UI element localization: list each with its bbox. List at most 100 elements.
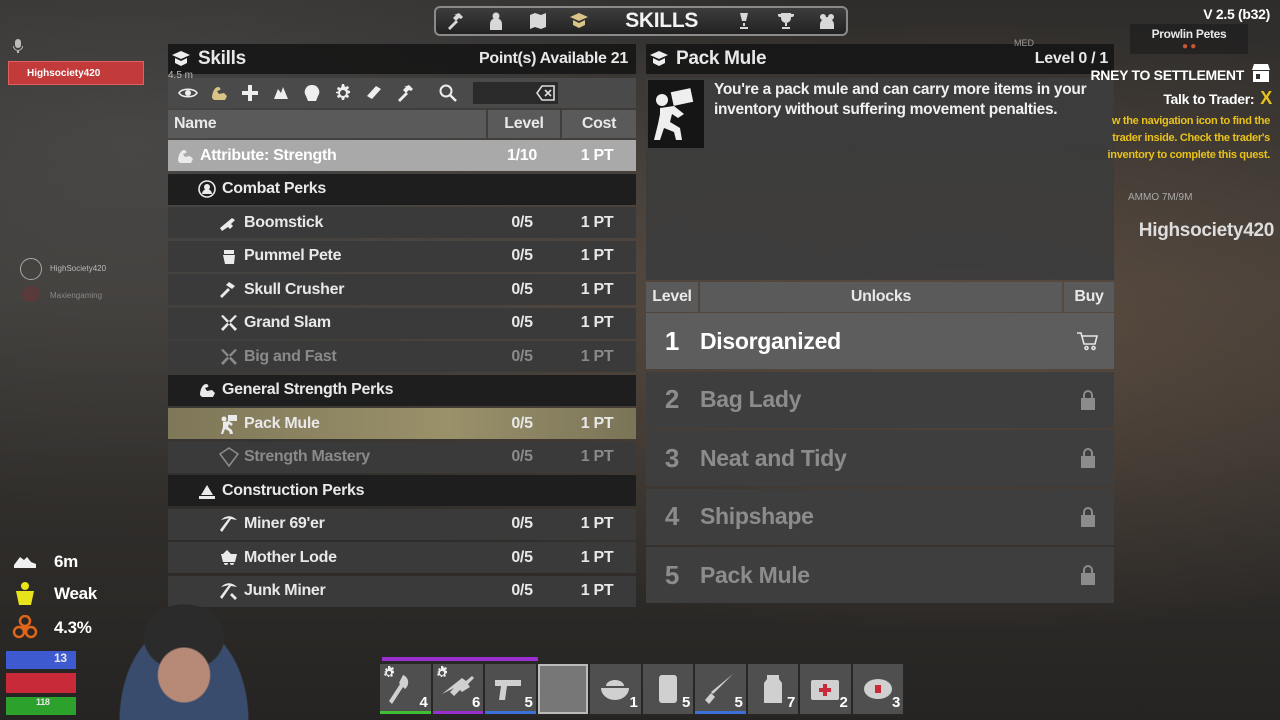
lock-icon: [1081, 506, 1095, 527]
hotbar-slot[interactable]: 5: [695, 664, 746, 714]
item-count: 3: [891, 694, 900, 711]
hotbar-slot[interactable]: 6: [432, 664, 483, 714]
perk-row[interactable]: Strength Mastery 0/5 1 PT: [168, 441, 636, 473]
perk-name: Big and Fast: [244, 347, 337, 365]
crafting-icon[interactable]: [389, 79, 420, 107]
perk-cost: 1 PT: [580, 582, 614, 599]
perk-row[interactable]: Grand Slam 0/5 1 PT: [168, 307, 636, 339]
perk-row[interactable]: Pummel Pete 0/5 1 PT: [168, 240, 636, 272]
perk-row[interactable]: Pack Mule 0/5 1 PT: [168, 408, 636, 439]
lock-icon: [1081, 448, 1095, 468]
skills-filter-toolbar: [168, 78, 636, 108]
trophy-icon[interactable]: [775, 10, 797, 32]
knuckles-icon: [218, 245, 240, 267]
encumbrance-value: Weak: [54, 584, 97, 603]
perk-cost: 1 PT: [580, 515, 614, 532]
column-cost[interactable]: Cost: [562, 110, 636, 138]
perk-cost: 1 PT: [580, 146, 614, 164]
infection-value: 4.3%: [54, 618, 92, 637]
knife-icon: [703, 672, 737, 706]
party-member-name: HighSociety420: [50, 264, 107, 273]
perk-name: Combat Perks: [222, 180, 326, 197]
trader-name: Prowlin Petes: [1151, 27, 1227, 41]
perk-cost: 1 PT: [580, 280, 614, 298]
unlock-row[interactable]: 1 Disorganized: [646, 313, 1114, 369]
game-version: V 2.5 (b32): [1203, 6, 1270, 22]
rifle-icon: [441, 672, 475, 706]
fortitude-icon[interactable]: [265, 79, 296, 107]
challenges-icon[interactable]: [733, 10, 755, 32]
perk-row[interactable]: Miner 69'er 0/5 1 PT: [168, 508, 636, 540]
locked-indicator: [1076, 505, 1100, 529]
hammer-icon[interactable]: [444, 10, 466, 32]
perk-group-row[interactable]: Combat Perks: [168, 173, 636, 205]
waypoint-distance: 4.5 m: [168, 70, 194, 81]
intellect-gear-icon[interactable]: [327, 79, 358, 107]
strength-arm-icon: [196, 379, 218, 401]
quest-tracker-title: RNEY TO SETTLEMENT: [1090, 62, 1272, 87]
search-icon[interactable]: [432, 79, 463, 107]
map-icon[interactable]: [527, 10, 549, 32]
perk-row[interactable]: Mother Lode 0/5 1 PT: [168, 542, 636, 573]
column-level[interactable]: Level: [488, 110, 560, 138]
unlock-name: Neat and Tidy: [700, 444, 847, 471]
hotbar-slot[interactable]: 3: [852, 664, 903, 714]
can-icon: [651, 672, 685, 706]
unlock-row[interactable]: 4 Shipshape: [646, 488, 1114, 545]
unlocks-list: 1 Disorganized 2 Bag Lady 3 Neat and Tidy 4 Shi…: [646, 313, 1114, 606]
attribute-row[interactable]: Attribute: Strength 1/10 1 PT: [168, 140, 636, 171]
buy-button[interactable]: [1076, 329, 1100, 353]
perk-group-row[interactable]: General Strength Perks: [168, 374, 636, 406]
unlock-name: Disorganized: [700, 327, 841, 354]
item-count: 4: [419, 694, 428, 711]
streamer-webcam: [84, 570, 284, 720]
perk-level: 0/5: [511, 448, 533, 465]
perk-row[interactable]: Boomstick 0/5 1 PT: [168, 207, 636, 238]
skills-icon: [170, 48, 192, 70]
agility-icon[interactable]: [296, 79, 327, 107]
speed-value: 6m: [54, 552, 78, 571]
unlock-level: 3: [664, 442, 680, 473]
character-icon[interactable]: [485, 10, 507, 32]
lock-icon: [1081, 565, 1095, 585]
skills-column-headers: Name Level Cost: [168, 110, 636, 138]
construction-icon: [196, 480, 218, 502]
book-icon[interactable]: [358, 79, 389, 107]
unlock-row[interactable]: 3 Neat and Tidy: [646, 430, 1114, 486]
column-name[interactable]: Name: [168, 110, 486, 138]
hotbar-slot[interactable]: 5: [642, 664, 693, 714]
perk-name: General Strength Perks: [222, 381, 394, 398]
perk-row[interactable]: Skull Crusher 0/5 1 PT: [168, 274, 636, 305]
strength-icon[interactable]: [203, 79, 234, 107]
eye-icon[interactable]: [172, 79, 203, 107]
perk-cost: 1 PT: [580, 213, 614, 231]
hotbar-slot[interactable]: 1: [590, 664, 641, 714]
world-sign-text: MED: [1014, 38, 1034, 48]
perk-level: 0/5: [511, 247, 533, 264]
food-bowl-icon: [598, 672, 632, 706]
perk-level: 0/5: [511, 582, 533, 599]
perk-row[interactable]: Big and Fast 0/5 1 PT: [168, 341, 636, 372]
perk-name: Attribute: Strength: [200, 146, 337, 164]
perk-level: 0/5: [511, 213, 533, 231]
perception-plus-icon[interactable]: [234, 79, 265, 107]
hotbar-slot[interactable]: 4: [380, 664, 431, 714]
clear-search-icon[interactable]: [536, 84, 556, 102]
unlock-row[interactable]: 5 Pack Mule: [646, 547, 1114, 603]
hotbar-slot[interactable]: 5: [485, 664, 536, 714]
skills-icon[interactable]: [568, 10, 590, 32]
perk-group-row[interactable]: Construction Perks: [168, 475, 636, 506]
party-avatar-icon: [22, 286, 40, 302]
perk-level: 0/5: [511, 414, 533, 432]
search-field: [473, 82, 558, 104]
hotbar-slot[interactable]: 7: [747, 664, 798, 714]
locked-indicator: [1076, 388, 1100, 412]
unlock-name: Shipshape: [700, 503, 814, 529]
bandage-icon: [861, 672, 895, 706]
hotbar-slot[interactable]: [537, 664, 588, 714]
unlock-row[interactable]: 2 Bag Lady: [646, 371, 1114, 428]
encumbrance-stat: Weak: [10, 580, 97, 608]
pack-mule-icon: [218, 413, 240, 435]
players-icon[interactable]: [816, 10, 838, 32]
hotbar-slot[interactable]: 2: [800, 664, 851, 714]
